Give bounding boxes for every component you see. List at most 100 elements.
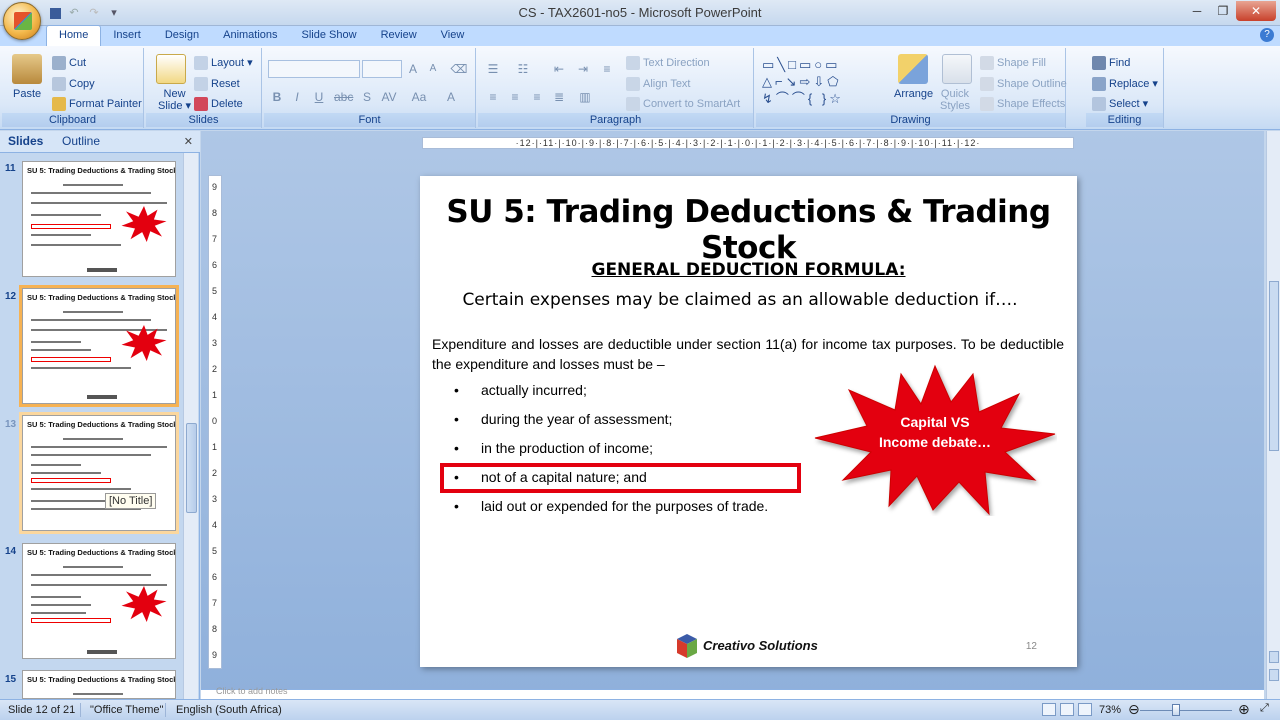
numbering-icon[interactable]: ☷ (514, 60, 532, 78)
new-slide-label-2: Slide (158, 100, 183, 112)
ruler-tick: 0 (212, 416, 218, 426)
font-color-icon[interactable]: A (442, 88, 460, 106)
new-slide-icon (156, 54, 186, 84)
grow-font-icon[interactable]: A (404, 60, 422, 78)
callout-star[interactable]: Capital VS Income debate… (813, 360, 1057, 516)
change-case-icon[interactable]: Aa (410, 88, 428, 106)
clear-format-icon[interactable]: ⌫ (450, 60, 468, 78)
tab-home[interactable]: Home (46, 25, 102, 46)
editing-group: Find Replace ▾ Select ▾ Editing (1086, 48, 1164, 128)
tab-insert[interactable]: Insert (101, 26, 153, 46)
fit-to-window-icon[interactable]: ⤢ (1260, 702, 1269, 715)
office-button[interactable] (3, 2, 41, 40)
line-spacing-icon[interactable]: ≡ (598, 60, 616, 78)
bullets-icon[interactable]: ☰ (484, 60, 502, 78)
shrink-font-icon[interactable]: A (424, 60, 442, 78)
paintbrush-icon (52, 97, 66, 111)
find-button[interactable]: Find (1092, 56, 1130, 70)
tab-animations[interactable]: Animations (211, 26, 289, 46)
arrange-button[interactable]: Arrange (894, 88, 933, 100)
align-left-icon[interactable]: ≡ (484, 88, 502, 106)
slide-thumbnail[interactable]: SU 5: Trading Deductions & Trading Stock (22, 543, 176, 659)
italic-icon[interactable]: I (288, 88, 306, 106)
slide-subheading[interactable]: Certain expenses may be claimed as an al… (420, 290, 1060, 310)
shape-fill-button[interactable]: Shape Fill (980, 56, 1046, 70)
layout-button[interactable]: Layout ▾ (194, 56, 253, 71)
thumb-line (31, 596, 81, 598)
shape-outline-button[interactable]: Shape Outline (980, 77, 1067, 91)
char-spacing-icon[interactable]: AV (380, 88, 398, 106)
decrease-indent-icon[interactable]: ⇤ (550, 60, 568, 78)
shadow-icon[interactable]: S (358, 88, 376, 106)
bullet-text: laid out or expended for the purposes of… (481, 498, 769, 514)
zoom-level[interactable]: 73% (1099, 704, 1121, 716)
thumb-line (31, 202, 167, 204)
normal-view-button[interactable] (1042, 703, 1056, 716)
font-family-combo[interactable] (268, 60, 360, 78)
align-text-button[interactable]: Align Text (626, 77, 691, 91)
slide-thumbnail[interactable]: SU 5: Trading Deductions & Trading Stock (22, 161, 176, 277)
notes-pane[interactable]: Click to add notes (201, 686, 1264, 699)
format-painter-button[interactable]: Format Painter (52, 97, 142, 111)
delete-button[interactable]: Delete (194, 97, 243, 111)
zoom-in-icon[interactable]: ⊕ (1238, 701, 1250, 718)
tab-review[interactable]: Review (369, 26, 429, 46)
underline-icon[interactable]: U (310, 88, 328, 106)
thumb-number: 14 (5, 546, 17, 557)
slide-thumbnail-selected[interactable]: SU 5: Trading Deductions & Trading Stock (22, 288, 176, 404)
replace-button[interactable]: Replace ▾ (1092, 77, 1158, 92)
text-direction-button[interactable]: Text Direction (626, 56, 710, 70)
restore-button[interactable]: ❐ (1210, 1, 1236, 21)
slide-thumbnail[interactable]: SU 5: Trading Deductions & Trading Stock (22, 415, 176, 531)
close-button[interactable]: ✕ (1236, 1, 1276, 21)
bold-icon[interactable]: B (268, 88, 286, 106)
language[interactable]: English (South Africa) (176, 704, 282, 716)
status-separator (80, 703, 81, 717)
paste-button[interactable]: Paste (13, 88, 41, 100)
close-icon[interactable]: ✕ (184, 135, 193, 148)
justify-icon[interactable]: ≣ (550, 88, 568, 106)
new-slide-button[interactable]: New Slide ▾ (158, 88, 191, 112)
columns-icon[interactable]: ▥ (576, 88, 594, 106)
scrollbar-thumb[interactable] (1269, 281, 1279, 451)
zoom-out-icon[interactable]: ⊖ (1128, 701, 1140, 718)
slide-heading[interactable]: GENERAL DEDUCTION FORMULA: (420, 260, 1077, 280)
slide-canvas[interactable]: SU 5: Trading Deductions & Trading Stock… (420, 176, 1077, 667)
quick-styles-button[interactable]: Quick Styles (940, 88, 970, 112)
shapes-gallery[interactable]: ▭╲□▭○▭ △⌐↘⇨⇩⬠ ↯⌒⌒{ }☆ (762, 56, 882, 108)
slides-pane-scrollbar[interactable] (183, 153, 198, 699)
shape-fill-label: Shape Fill (997, 56, 1046, 69)
slide-sorter-button[interactable] (1060, 703, 1074, 716)
shape-effects-button[interactable]: Shape Effects (980, 97, 1065, 111)
slide-title[interactable]: SU 5: Trading Deductions & Trading Stock (420, 194, 1077, 266)
slideshow-button[interactable] (1078, 703, 1092, 716)
paragraph-label: Paragraph (478, 113, 753, 127)
prev-slide-button[interactable] (1269, 651, 1279, 663)
strikethrough-icon[interactable]: abc (334, 88, 353, 106)
select-button[interactable]: Select ▾ (1092, 97, 1148, 112)
scrollbar-thumb[interactable] (186, 423, 197, 513)
tab-outline[interactable]: Outline (62, 134, 100, 148)
thumb-star-icon (121, 206, 167, 242)
editor-scrollbar[interactable] (1266, 131, 1280, 699)
cut-button[interactable]: Cut (52, 56, 86, 70)
increase-indent-icon[interactable]: ⇥ (574, 60, 592, 78)
align-center-icon[interactable]: ≡ (506, 88, 524, 106)
next-slide-button[interactable] (1269, 669, 1279, 681)
tab-design[interactable]: Design (153, 26, 211, 46)
zoom-slider[interactable] (1140, 710, 1232, 711)
tab-slides[interactable]: Slides (8, 134, 43, 148)
tab-slide-show[interactable]: Slide Show (290, 26, 369, 46)
copy-button[interactable]: Copy (52, 77, 95, 91)
zoom-slider-thumb[interactable] (1172, 704, 1180, 716)
convert-smartart-button[interactable]: Convert to SmartArt (626, 97, 740, 111)
align-right-icon[interactable]: ≡ (528, 88, 546, 106)
slide-thumbnail[interactable]: SU 5: Trading Deductions & Trading Stock (22, 670, 176, 699)
clipboard-group: Paste Cut Copy Format Painter Clipboard (2, 48, 144, 128)
tab-view[interactable]: View (429, 26, 477, 46)
font-size-combo[interactable] (362, 60, 402, 78)
minimize-button[interactable]: ─ (1184, 1, 1210, 21)
help-icon[interactable]: ? (1260, 28, 1274, 42)
reset-button[interactable]: Reset (194, 77, 240, 91)
reset-label: Reset (211, 77, 240, 90)
